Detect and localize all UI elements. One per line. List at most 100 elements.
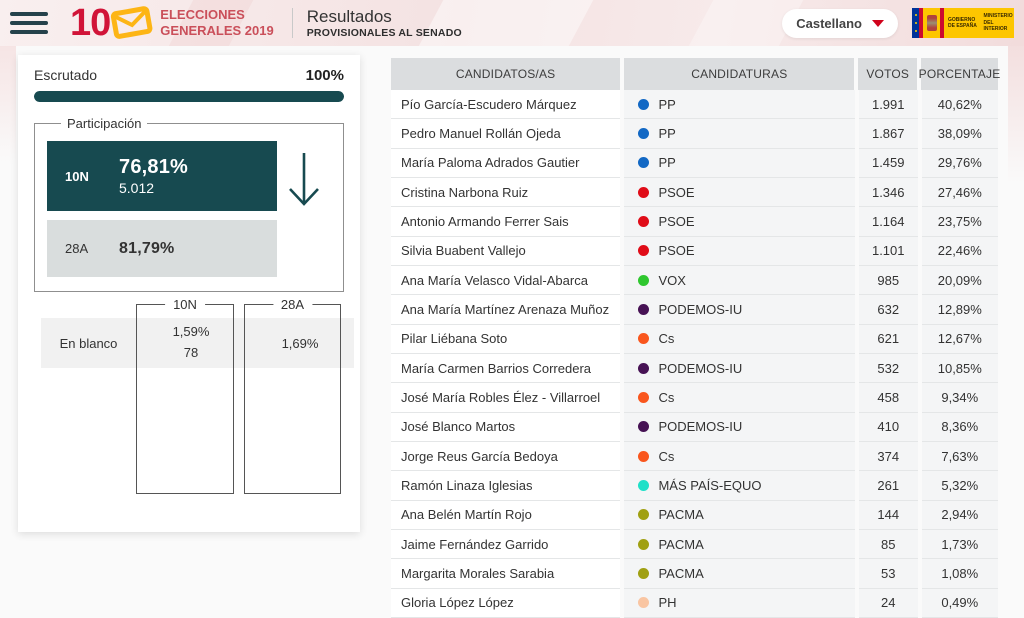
table-row: José María Robles Élez - Villarroel Cs 4… (391, 383, 999, 413)
party-color-dot (638, 479, 650, 491)
percent-value: 10,85% (921, 353, 999, 384)
votes-value: 1.991 (858, 90, 918, 120)
participacion-previous-percent: 81,79% (119, 239, 175, 257)
candidate-name: Ana Belén Martín Rojo (391, 500, 621, 530)
candidature-cell: PSOE (624, 236, 855, 266)
candidate-name: Antonio Armando Ferrer Sais (391, 207, 621, 237)
percent-value: 5,32% (921, 471, 999, 501)
header-candidaturas: CANDIDATURAS (624, 58, 855, 90)
candidature-cell: PH (624, 588, 855, 618)
candidate-name: Cristina Narbona Ruiz (391, 177, 621, 208)
party-color-dot (638, 567, 650, 579)
candidature-cell: VOX (624, 265, 855, 296)
candidature-cell: PACMA (624, 500, 855, 530)
chevron-down-icon (872, 19, 884, 27)
results-table-header: CANDIDATOS/AS CANDIDATURAS VOTOS PORCENT… (391, 58, 1000, 90)
coat-of-arms-icon (926, 15, 937, 31)
app-logo: 10 ELECCIONES GENERALES 2019 (70, 4, 274, 43)
language-selector[interactable]: Castellano (782, 8, 898, 38)
stat-row: En blanco 1,59% 78 1,69% (41, 318, 354, 368)
candidate-name: Pedro Manuel Rollán Ojeda (391, 119, 621, 149)
votes-value: 53 (858, 559, 918, 589)
candidate-name: José Blanco Martos (391, 412, 621, 442)
summary-panel: Escrutado 100% Participación 10N 76,81% … (18, 55, 360, 532)
percent-value: 23,75% (921, 207, 999, 237)
votes-value: 410 (858, 412, 918, 442)
party-name: PP (658, 125, 676, 141)
percent-value: 1,73% (921, 529, 999, 560)
logo-text: ELECCIONES GENERALES 2019 (160, 6, 274, 38)
percent-value: 2,94% (921, 500, 999, 530)
candidature-cell: Cs (624, 324, 855, 354)
logo-number: 10 (70, 2, 111, 44)
escrutado-progress-bar (34, 91, 344, 102)
party-name: VOX (658, 272, 686, 288)
candidature-cell: PSOE (624, 207, 855, 237)
candidature-cell: MÁS PAÍS-EQUO (624, 471, 855, 501)
party-color-dot (638, 245, 650, 257)
percent-value: 29,76% (921, 148, 999, 178)
candidature-cell: PODEMOS-IU (624, 295, 855, 325)
header-porcentaje: PORCENTAJE (919, 58, 1000, 90)
votes-value: 24 (858, 588, 918, 618)
votes-value: 144 (858, 500, 918, 530)
stat-10n-cell: 1,59% 78 (172, 324, 210, 360)
candidature-cell: PODEMOS-IU (624, 353, 855, 384)
page-title: Resultados PROVISIONALES AL SENADO (306, 7, 462, 39)
votes-value: 1.867 (858, 119, 918, 149)
party-color-dot (638, 274, 650, 286)
party-name: PACMA (658, 565, 704, 581)
table-row: Ana María Martínez Arenaza Muñoz PODEMOS… (391, 295, 999, 325)
votes-value: 632 (858, 295, 918, 325)
party-name: Cs (658, 331, 675, 347)
ministerio-label: Ministerio del Interior (983, 13, 1013, 33)
votes-value: 985 (858, 265, 918, 296)
party-color-dot (638, 333, 650, 345)
party-color-dot (638, 215, 650, 227)
table-row: María Paloma Adrados Gautier PP 1.459 29… (391, 148, 999, 178)
party-name: PACMA (658, 507, 704, 523)
party-color-dot (638, 362, 650, 374)
party-color-dot (638, 98, 650, 110)
table-row: Jaime Fernández Garrido PACMA 85 1,73% (391, 529, 999, 560)
participacion-current-percent: 76,81% (119, 156, 189, 178)
table-row: Pío García-Escudero Márquez PP 1.991 40,… (391, 90, 999, 120)
percent-value: 40,62% (921, 90, 999, 120)
candidate-name: Ana María Martínez Arenaza Muñoz (391, 295, 621, 325)
participacion-current-votes: 5.012 (119, 180, 155, 196)
candidate-name: Ana María Velasco Vidal-Abarca (391, 265, 621, 296)
votes-value: 532 (858, 353, 918, 384)
votes-value: 1.101 (858, 236, 918, 266)
candidature-cell: PP (624, 90, 855, 120)
gobierno-label: Gobierno de España (948, 16, 977, 30)
participacion-title: Participación (67, 116, 142, 131)
table-row: Pilar Liébana Soto Cs 621 12,67% (391, 324, 999, 354)
table-row: Ana Belén Martín Rojo PACMA 144 2,94% (391, 500, 999, 530)
results-table-body: Pío García-Escudero Márquez PP 1.991 40,… (391, 90, 999, 618)
candidate-name: Silvia Buabent Vallejo (391, 236, 621, 266)
table-row: José Blanco Martos PODEMOS-IU 410 8,36% (391, 412, 999, 442)
escrutado-value: 100% (305, 67, 344, 84)
participacion-previous: 28A 81,79% (47, 220, 277, 277)
header: 10 ELECCIONES GENERALES 2019 Resultados … (0, 0, 1024, 46)
candidate-name: José María Robles Élez - Villarroel (391, 383, 621, 413)
percent-value: 20,09% (921, 265, 999, 296)
party-color-dot (638, 391, 650, 403)
party-name: PSOE (658, 184, 695, 200)
votes-value: 1.459 (858, 148, 918, 178)
percent-value: 8,36% (921, 412, 999, 442)
candidate-name: Jaime Fernández Garrido (391, 529, 621, 560)
votes-value: 458 (858, 383, 918, 413)
percent-value: 12,89% (921, 295, 999, 325)
votes-value: 374 (858, 441, 918, 472)
percent-value: 0,49% (921, 588, 999, 618)
stats-table: Abstención 23,19% 1.513 18,21% Nulos 2,1… (34, 297, 354, 513)
party-name: PP (658, 155, 676, 171)
table-row: Margarita Morales Sarabia PACMA 53 1,08% (391, 559, 999, 589)
table-row: Ana María Velasco Vidal-Abarca VOX 985 2… (391, 265, 999, 296)
party-name: Cs (658, 448, 675, 464)
menu-icon[interactable] (10, 7, 48, 39)
header-divider (291, 8, 293, 38)
candidate-name: María Carmen Barrios Corredera (391, 353, 621, 384)
party-name: Cs (658, 389, 675, 405)
